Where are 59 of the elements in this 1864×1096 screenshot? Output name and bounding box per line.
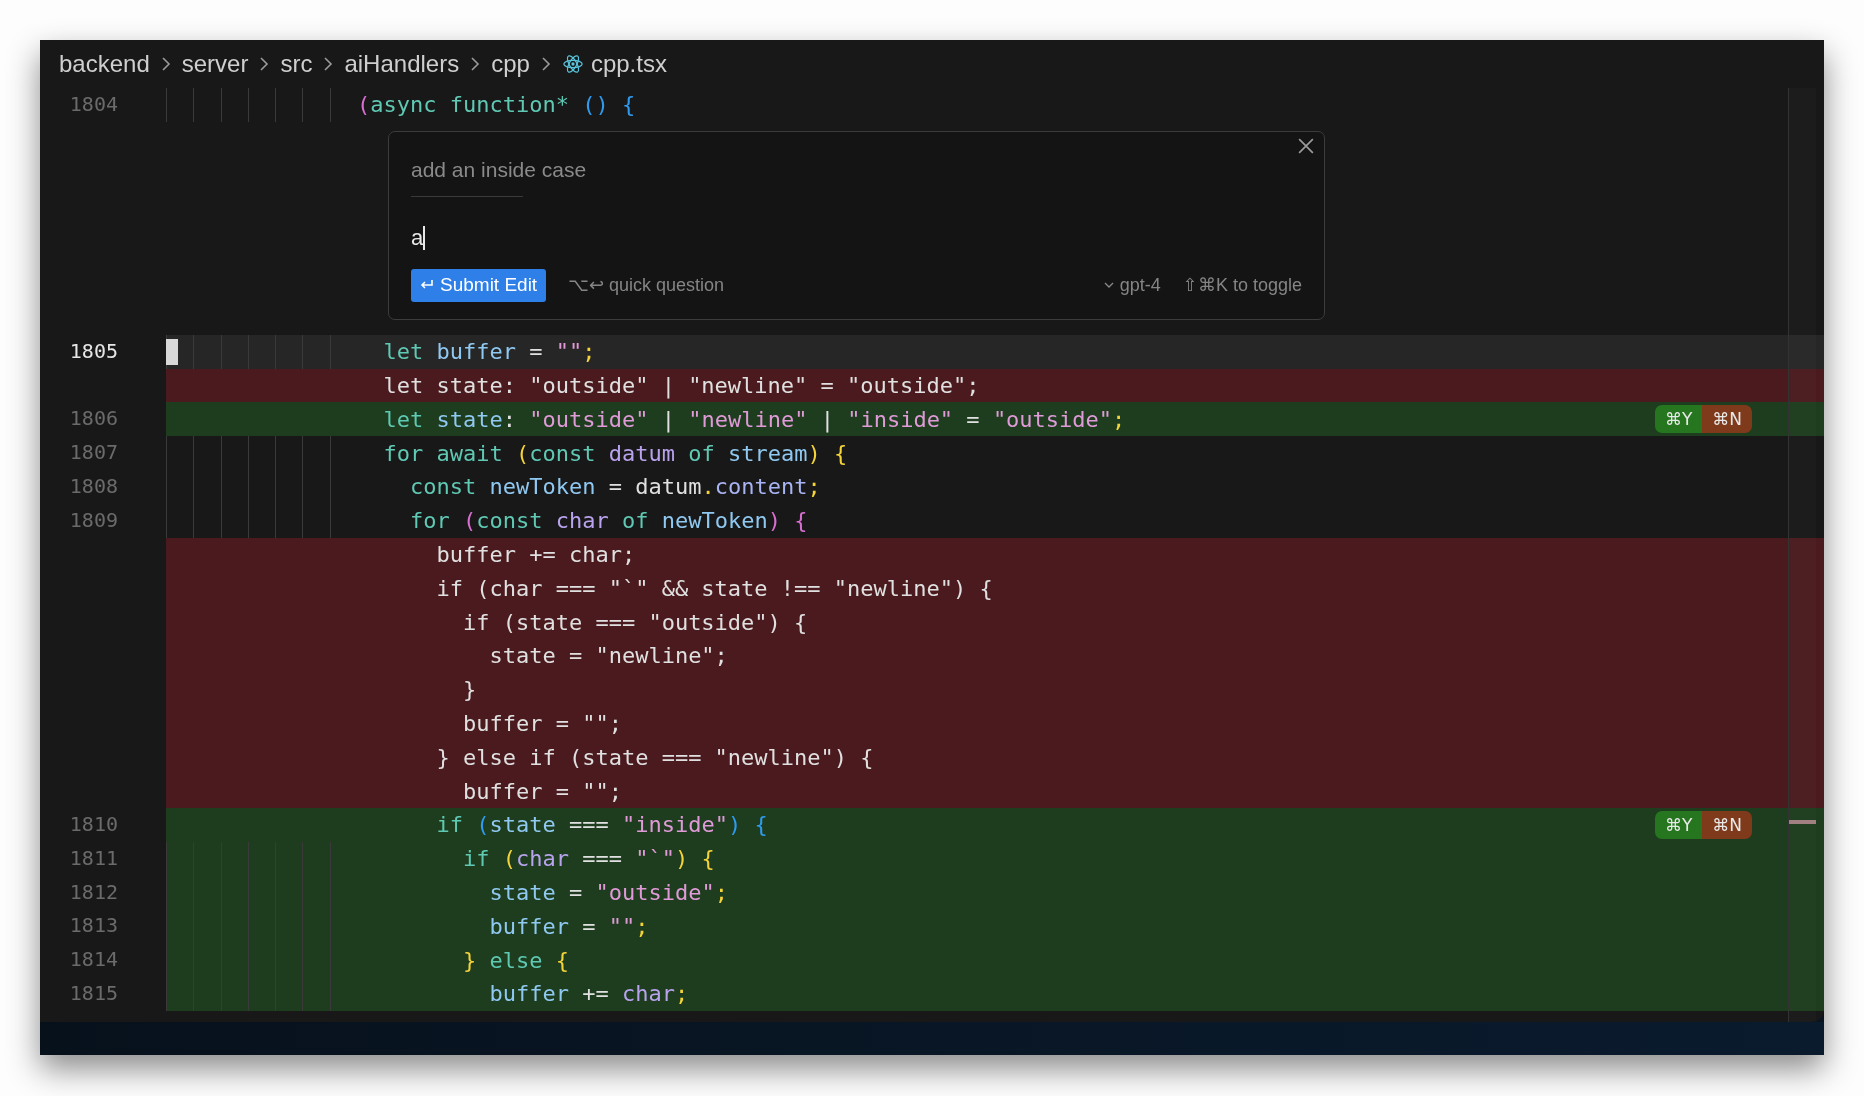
- accept-button[interactable]: ⌘Y: [1654, 810, 1703, 839]
- breadcrumb-item[interactable]: cpp: [491, 50, 530, 78]
- chevron-icon: [160, 56, 171, 72]
- line-number: 1805: [68, 337, 119, 365]
- code-line: let buffer = "";: [382, 339, 596, 365]
- breadcrumb-item[interactable]: src: [280, 50, 313, 78]
- line-number: 1810: [68, 810, 119, 838]
- breadcrumb-item[interactable]: server: [181, 50, 249, 78]
- scroll-marker: [1789, 820, 1816, 824]
- line-number: 1814: [68, 946, 119, 974]
- prompt-input-field[interactable]: a: [411, 222, 1302, 253]
- line-number: 1808: [68, 473, 119, 500]
- code-line: state = "outside";: [488, 879, 728, 905]
- code-line: if (char === "`" && state !== "newline") {: [435, 575, 993, 601]
- line-number: 1807: [68, 439, 119, 467]
- accept-button[interactable]: ⌘Y: [1654, 405, 1703, 434]
- code-line: buffer = "";: [461, 710, 622, 736]
- breadcrumb-item[interactable]: cpp.tsx: [590, 50, 667, 78]
- code-line: for await (const datum of stream) {: [382, 440, 848, 466]
- code-line: buffer = "";: [488, 913, 649, 939]
- code-line: } else {: [461, 947, 569, 973]
- code-line: state = "newline";: [488, 643, 728, 669]
- code-line: if (state === "inside") {: [435, 812, 768, 838]
- code-line: if (char === "`") {: [461, 846, 715, 872]
- breadcrumb-item[interactable]: backend: [59, 50, 150, 78]
- line-number: 1812: [68, 878, 119, 906]
- reject-button[interactable]: ⌘N: [1702, 810, 1752, 839]
- code-line: buffer += char;: [435, 541, 636, 567]
- line-number: 1806: [68, 405, 119, 433]
- line-number: 1809: [68, 506, 119, 534]
- code-line: buffer += char;: [488, 981, 689, 1007]
- code-line: let state: "outside" | "newline" = "outside";: [382, 373, 980, 398]
- code-line: let state: "outside" | "newline" | "inside" = "outside";: [382, 406, 1126, 432]
- code-line: buffer = "";: [461, 778, 622, 804]
- submit-edit-button[interactable]: Submit Edit: [411, 268, 547, 302]
- breadcrumb-item[interactable]: aiHandlers: [344, 50, 460, 78]
- cursor-marker: [166, 338, 178, 365]
- code-line: for (const char of newToken) {: [408, 508, 808, 534]
- code-line: (async function* () {: [357, 92, 636, 118]
- close-icon[interactable]: [1298, 137, 1314, 154]
- code-line: } else if (state === "newline") {: [435, 744, 874, 770]
- atom-icon: [561, 53, 584, 75]
- line-number: 1815: [68, 979, 119, 1007]
- line-number: 1813: [68, 912, 119, 940]
- chevron-down-icon: [1103, 282, 1114, 289]
- code-line: const newToken = datum.content;: [408, 474, 821, 500]
- line-number: 1811: [68, 844, 119, 872]
- previous-prompt: add an inside case: [411, 157, 587, 182]
- chevron-icon: [540, 56, 551, 72]
- toggle-hint: ⇧⌘K to toggle: [1182, 274, 1302, 297]
- line-number: 1804: [68, 91, 119, 118]
- chevron-icon: [323, 56, 334, 72]
- code-line: if (state === "outside") {: [461, 609, 808, 635]
- reject-button[interactable]: ⌘N: [1702, 405, 1752, 434]
- code-line: }: [461, 677, 477, 703]
- quick-question-hint[interactable]: ⌥↩ quick question: [568, 274, 725, 297]
- chevron-icon: [259, 56, 270, 72]
- chevron-icon: [470, 56, 481, 72]
- model-selector[interactable]: gpt-4: [1103, 274, 1161, 296]
